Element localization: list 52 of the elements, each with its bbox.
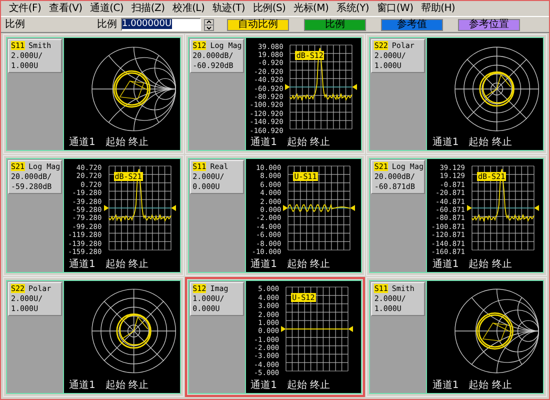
channel-label: 通道1 (69, 137, 96, 150)
menu-item[interactable]: 帮助(H) (417, 2, 460, 16)
channel-label: 通道1 (432, 258, 459, 271)
menu-item[interactable]: 扫描(Z) (128, 2, 169, 16)
trace-line (472, 168, 534, 222)
sweep-label: 起始 终止 (287, 258, 330, 271)
reference-marker-icon (285, 84, 290, 90)
menu-item[interactable]: 光标(M) (290, 2, 333, 16)
sweep-label: 起始 终止 (105, 258, 149, 271)
sweep-label: 起始 终止 (468, 137, 512, 150)
toolbar-button[interactable]: 自动比例 (227, 18, 289, 30)
sweep-label: 起始 终止 (287, 380, 330, 392)
reference-marker-icon (467, 204, 472, 211)
reference-marker-icon (281, 326, 286, 332)
section-label: 比例 (5, 18, 25, 30)
sweep-label: 起始 终止 (468, 380, 512, 392)
reference-marker-icon (352, 84, 358, 90)
scale-field[interactable]: 1.000000U (121, 18, 201, 31)
spinner-icon[interactable] (204, 18, 214, 30)
menu-item[interactable]: 系统(Y) (332, 2, 373, 16)
menu-item[interactable]: 校准(L) (168, 2, 209, 16)
sweep-label: 起始 终止 (105, 137, 149, 150)
channel-label: 通道1 (432, 380, 459, 392)
channel-label: 通道1 (432, 137, 459, 150)
channel-label: 通道1 (69, 258, 96, 271)
reference-marker-icon (104, 204, 109, 211)
toolbar-button[interactable]: 参考位置 (458, 18, 520, 30)
trace-line (290, 47, 353, 101)
menu-item[interactable]: 窗口(W) (372, 2, 418, 16)
sweep-label: 起始 终止 (468, 258, 512, 271)
reference-marker-icon (350, 204, 356, 211)
channel-label: 通道1 (69, 380, 96, 392)
sweep-label: 起始 终止 (287, 137, 330, 150)
toolbar-button[interactable]: 参考值 (381, 18, 443, 30)
menu-item[interactable]: 比例(S) (248, 2, 290, 16)
trace-line (286, 328, 349, 330)
reference-marker-icon (170, 204, 176, 211)
menu-item[interactable]: 文件(F) (5, 2, 46, 16)
channel-label: 通道1 (250, 137, 278, 150)
trace-line (108, 168, 172, 222)
menu-item[interactable]: 通道(C) (86, 2, 128, 16)
reference-marker-icon (283, 204, 288, 211)
sweep-label: 起始 终止 (105, 380, 149, 392)
channel-label: 通道1 (250, 258, 278, 271)
scale-label: 比例 (97, 18, 117, 30)
reference-marker-icon (348, 326, 354, 332)
menu-item[interactable]: 轨迹(T) (208, 2, 249, 16)
trace-line (288, 204, 351, 212)
reference-marker-icon (534, 204, 540, 211)
menu-item[interactable]: 查看(V) (45, 2, 86, 16)
channel-label: 通道1 (250, 380, 278, 392)
toolbar-button[interactable]: 比例 (304, 18, 366, 30)
